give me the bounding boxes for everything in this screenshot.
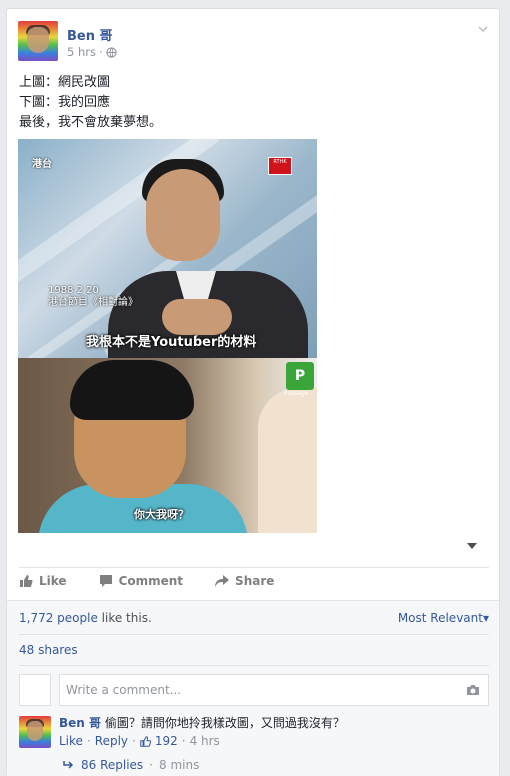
sort-caret-icon: ▾	[482, 611, 489, 625]
photo-date: 1988 2 20	[48, 285, 99, 296]
comment-input-placeholder: Write a comment...	[66, 683, 182, 697]
comment-text: 偷圖？請問你地拎我樣改圖，又問過我沒有？	[104, 716, 345, 730]
post-meta: 5 hrs ·	[67, 45, 117, 59]
passage-logo-label: Passage	[284, 390, 309, 397]
comment-actions: Like · Reply · 192 · 4 hrs	[59, 734, 220, 748]
comment-dot: ·	[181, 734, 186, 748]
comment-time[interactable]: 4 hrs	[190, 734, 220, 748]
replies-time: 8 mins	[159, 758, 200, 772]
camera-icon[interactable]	[466, 684, 480, 696]
photo-top-panel: 港台 RTHK 1988 2 20 港台節目《相對論》 我根本不是Youtube…	[18, 139, 317, 358]
photo-top-subtitle: 我根本不是Youtuber的材料	[86, 335, 257, 350]
comment-body: Ben 哥 偷圖？請問你地拎我樣改圖，又問過我沒有？	[59, 714, 345, 732]
thumbs-up-icon	[20, 575, 33, 587]
post-card: Ben 哥 5 hrs · 上圖：網民改圖 下圖：我的回應 最後，我不會放棄夢想…	[6, 8, 500, 776]
sort-label: Most Relevant	[397, 611, 483, 625]
share-label: Share	[235, 574, 275, 588]
replies-link[interactable]: 86 Replies · 8 mins	[63, 758, 199, 772]
post-photo[interactable]: 港台 RTHK 1988 2 20 港台節目《相對論》 我根本不是Youtube…	[18, 139, 317, 533]
comment-input[interactable]: Write a comment...	[59, 674, 489, 706]
photo-date-caption: 1988 2 20 港台節目《相對論》	[48, 285, 138, 309]
photo-bottom-subtitle: 你大我呀？	[134, 508, 189, 521]
globe-icon	[106, 46, 117, 58]
shares-count[interactable]: 48 shares	[19, 643, 78, 657]
comment-author[interactable]: Ben 哥	[59, 716, 101, 730]
reaction-like-icon	[140, 735, 151, 747]
photo-bottom-panel: P Passage 你大我呀？	[18, 358, 317, 533]
commenter-avatar[interactable]	[19, 716, 51, 748]
post-text-line: 最後，我不會放棄夢想。	[19, 115, 163, 130]
divider	[19, 634, 489, 635]
divider	[19, 567, 489, 568]
comment-dot: ·	[86, 734, 91, 748]
channel-logo: 港台	[32, 159, 52, 170]
likes-count[interactable]: 1,772 people	[19, 611, 98, 625]
post-text-line: 上圖：網民改圖	[19, 75, 111, 90]
comment-reply-button[interactable]: Reply	[95, 734, 128, 748]
replies-count: 86 Replies	[81, 758, 144, 772]
like-label: Like	[39, 574, 67, 588]
divider	[19, 665, 489, 666]
like-button[interactable]: Like	[19, 574, 67, 588]
comment-label: Comment	[118, 574, 184, 588]
photo-program: 港台節目《相對論》	[48, 297, 138, 308]
comment-icon	[99, 575, 112, 587]
passage-logo: P	[286, 362, 314, 390]
likes-suffix: like this.	[97, 611, 152, 625]
meta-separator: ·	[98, 45, 103, 59]
post-text: 上圖：網民改圖 下圖：我的回應 最後，我不會放棄夢想。	[19, 73, 162, 133]
likes-summary: 1,772 people like this.	[19, 611, 152, 625]
post-text-line: 下圖：我的回應	[19, 95, 111, 110]
chevron-down-icon[interactable]	[477, 23, 489, 35]
author-avatar[interactable]	[18, 21, 58, 61]
comment-dot: ·	[132, 734, 136, 748]
post-actions: Like Comment Share	[19, 574, 306, 588]
comment-button[interactable]: Comment	[99, 574, 183, 588]
sort-dropdown[interactable]: Most Relevant▾	[398, 611, 489, 625]
share-button[interactable]: Share	[215, 574, 274, 588]
reply-arrow-icon	[63, 761, 74, 769]
share-icon	[215, 575, 230, 587]
comment-dot: ·	[149, 758, 154, 772]
rthk-badge: RTHK	[268, 157, 292, 175]
post-author[interactable]: Ben 哥	[67, 25, 113, 44]
post-time[interactable]: 5 hrs	[67, 45, 96, 59]
current-user-avatar	[19, 674, 51, 706]
caret-down-icon[interactable]	[467, 543, 477, 549]
post-footer: 1,772 people like this. Most Relevant▾ 4…	[7, 600, 499, 776]
comment-like-button[interactable]: Like	[59, 734, 83, 748]
reaction-count[interactable]: 192	[155, 734, 178, 748]
